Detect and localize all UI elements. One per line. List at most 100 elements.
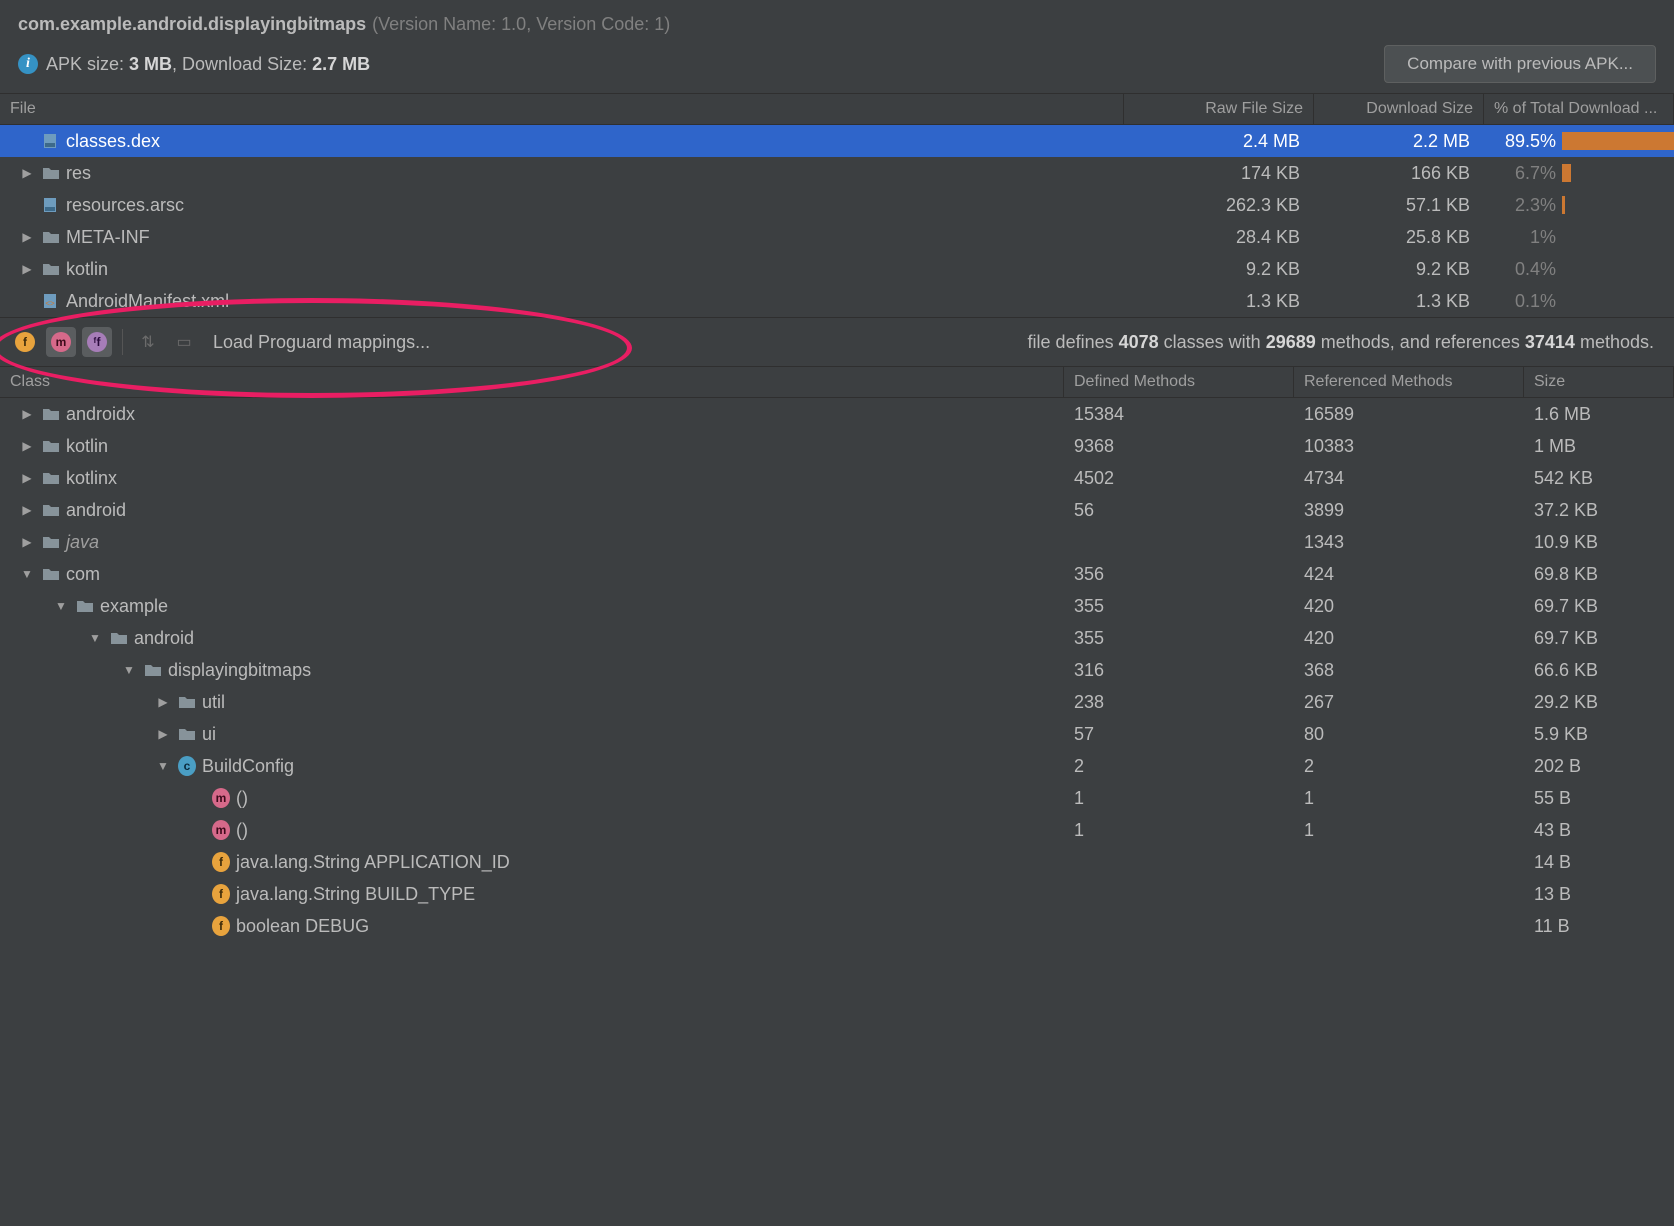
class-size: 43 B bbox=[1524, 820, 1674, 841]
class-row[interactable]: ▶util23826729.2 KB bbox=[0, 686, 1674, 718]
expand-icon[interactable]: ▶ bbox=[154, 695, 172, 709]
defined-methods: 15384 bbox=[1064, 404, 1294, 425]
svg-text:<>: <> bbox=[45, 299, 55, 308]
expand-icon[interactable]: ▼ bbox=[154, 759, 172, 773]
class-row[interactable]: ▶kotlin9368103831 MB bbox=[0, 430, 1674, 462]
defined-methods: 355 bbox=[1064, 596, 1294, 617]
download-size: 57.1 KB bbox=[1314, 195, 1484, 216]
class-row[interactable]: ▶kotlinx45024734542 KB bbox=[0, 462, 1674, 494]
class-row[interactable]: ▶java134310.9 KB bbox=[0, 526, 1674, 558]
defined-methods: 356 bbox=[1064, 564, 1294, 585]
folder-icon bbox=[42, 469, 60, 487]
percent: 1% bbox=[1484, 227, 1562, 248]
class-row[interactable]: ▶android56389937.2 KB bbox=[0, 494, 1674, 526]
file-row[interactable]: ▶resources.arsc262.3 KB57.1 KB2.3% bbox=[0, 189, 1674, 221]
class-row[interactable]: ▶ui57805.9 KB bbox=[0, 718, 1674, 750]
filter-methods-button[interactable]: m bbox=[46, 327, 76, 357]
expand-icon[interactable]: ▼ bbox=[120, 663, 138, 677]
expand-icon[interactable]: ▼ bbox=[18, 567, 36, 581]
deobfuscate-icon[interactable]: ▭ bbox=[169, 327, 199, 357]
class-size: 14 B bbox=[1524, 852, 1674, 873]
file-row[interactable]: ▶classes.dex2.4 MB2.2 MB89.5% bbox=[0, 125, 1674, 157]
class-row[interactable]: ▼cBuildConfig22202 B bbox=[0, 750, 1674, 782]
dex-icon bbox=[42, 196, 60, 214]
file-table-header: File Raw File Size Download Size % of To… bbox=[0, 93, 1674, 125]
expand-icon[interactable]: ▶ bbox=[18, 262, 36, 276]
field-icon: f bbox=[212, 885, 230, 903]
expand-icon[interactable]: ▶ bbox=[18, 166, 36, 180]
compare-previous-apk-button[interactable]: Compare with previous APK... bbox=[1384, 45, 1656, 83]
referenced-methods: 4734 bbox=[1294, 468, 1524, 489]
col-file[interactable]: File bbox=[0, 94, 1124, 124]
class-row[interactable]: ▶fjava.lang.String BUILD_TYPE13 B bbox=[0, 878, 1674, 910]
percent-bar bbox=[1562, 163, 1674, 183]
class-name: BuildConfig bbox=[202, 756, 294, 777]
expand-icon[interactable]: ▶ bbox=[18, 471, 36, 485]
dex-toolbar: f m ᶠf ⇅ ▭ Load Proguard mappings... fil… bbox=[0, 317, 1674, 367]
class-row[interactable]: ▼example35542069.7 KB bbox=[0, 590, 1674, 622]
file-row[interactable]: ▶res174 KB166 KB6.7% bbox=[0, 157, 1674, 189]
expand-icon[interactable]: ▶ bbox=[18, 230, 36, 244]
defined-methods: 9368 bbox=[1064, 436, 1294, 457]
class-row[interactable]: ▶fboolean DEBUG11 B bbox=[0, 910, 1674, 942]
apk-header: com.example.android.displayingbitmaps (V… bbox=[0, 0, 1674, 93]
class-name: ui bbox=[202, 724, 216, 745]
file-row[interactable]: ▶<>AndroidManifest.xml1.3 KB1.3 KB0.1% bbox=[0, 285, 1674, 317]
class-row[interactable]: ▶androidx15384165891.6 MB bbox=[0, 398, 1674, 430]
col-raw-size[interactable]: Raw File Size bbox=[1124, 94, 1314, 124]
load-proguard-mappings-button[interactable]: Load Proguard mappings... bbox=[205, 332, 430, 353]
class-row[interactable]: ▼com35642469.8 KB bbox=[0, 558, 1674, 590]
percent: 0.1% bbox=[1484, 291, 1562, 312]
class-row[interactable]: ▼displayingbitmaps31636866.6 KB bbox=[0, 654, 1674, 686]
class-name: displayingbitmaps bbox=[168, 660, 311, 681]
expand-icon[interactable]: ▼ bbox=[86, 631, 104, 645]
expand-icon[interactable]: ▶ bbox=[18, 439, 36, 453]
percent-bar bbox=[1562, 227, 1674, 247]
col-size[interactable]: Size bbox=[1524, 367, 1674, 397]
package-row: com.example.android.displayingbitmaps (V… bbox=[18, 14, 1656, 35]
class-name: java.lang.String BUILD_TYPE bbox=[236, 884, 475, 905]
file-name: META-INF bbox=[66, 227, 150, 248]
expand-icon[interactable]: ▶ bbox=[18, 535, 36, 549]
class-table-header: Class Defined Methods Referenced Methods… bbox=[0, 367, 1674, 398]
download-size: 2.2 MB bbox=[1314, 131, 1484, 152]
expand-icon[interactable]: ▶ bbox=[18, 407, 36, 421]
folder-icon bbox=[42, 565, 60, 583]
col-defined-methods[interactable]: Defined Methods bbox=[1064, 367, 1294, 397]
expand-icon[interactable]: ▼ bbox=[52, 599, 70, 613]
folder-icon bbox=[42, 405, 60, 423]
expand-icon[interactable]: ▶ bbox=[154, 727, 172, 741]
class-name: java bbox=[66, 532, 99, 553]
method-icon: m bbox=[212, 821, 230, 839]
raw-size: 9.2 KB bbox=[1124, 259, 1314, 280]
class-row[interactable]: ▶m()1155 B bbox=[0, 782, 1674, 814]
col-class[interactable]: Class bbox=[0, 367, 1064, 397]
folder-icon bbox=[178, 725, 196, 743]
navigate-icon[interactable]: ⇅ bbox=[133, 327, 163, 357]
class-row[interactable]: ▶fjava.lang.String APPLICATION_ID14 B bbox=[0, 846, 1674, 878]
raw-size: 2.4 MB bbox=[1124, 131, 1314, 152]
expand-icon[interactable]: ▶ bbox=[18, 503, 36, 517]
percent: 0.4% bbox=[1484, 259, 1562, 280]
class-size: 13 B bbox=[1524, 884, 1674, 905]
download-size: 25.8 KB bbox=[1314, 227, 1484, 248]
filter-referenced-button[interactable]: ᶠf bbox=[82, 327, 112, 357]
defined-methods: 57 bbox=[1064, 724, 1294, 745]
col-download-size[interactable]: Download Size bbox=[1314, 94, 1484, 124]
referenced-methods: 420 bbox=[1294, 596, 1524, 617]
col-percent[interactable]: % of Total Download ... bbox=[1484, 94, 1674, 124]
method-icon: m bbox=[212, 789, 230, 807]
class-name: example bbox=[100, 596, 168, 617]
col-referenced-methods[interactable]: Referenced Methods bbox=[1294, 367, 1524, 397]
file-row[interactable]: ▶META-INF28.4 KB25.8 KB1% bbox=[0, 221, 1674, 253]
filter-fields-button[interactable]: f bbox=[10, 327, 40, 357]
referenced-methods: 10383 bbox=[1294, 436, 1524, 457]
class-row[interactable]: ▶m()1143 B bbox=[0, 814, 1674, 846]
referenced-methods: 80 bbox=[1294, 724, 1524, 745]
class-row[interactable]: ▼android35542069.7 KB bbox=[0, 622, 1674, 654]
class-name: androidx bbox=[66, 404, 135, 425]
apk-size-info: i APK size: 3 MB, Download Size: 2.7 MB bbox=[18, 54, 370, 75]
file-row[interactable]: ▶kotlin9.2 KB9.2 KB0.4% bbox=[0, 253, 1674, 285]
folder-icon bbox=[110, 629, 128, 647]
download-size: 9.2 KB bbox=[1314, 259, 1484, 280]
